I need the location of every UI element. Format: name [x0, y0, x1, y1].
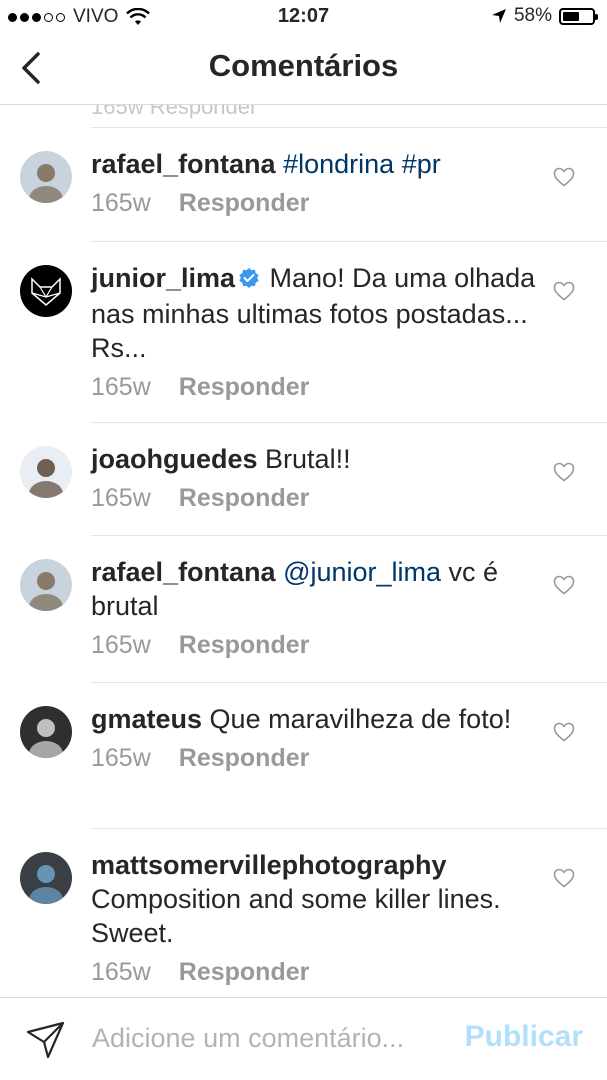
divider: [91, 682, 607, 683]
reply-button[interactable]: Responder: [179, 189, 310, 218]
comment-content: mattsomervillephotography Composition an…: [91, 848, 541, 987]
comment-body: Brutal!!: [257, 444, 351, 474]
avatar[interactable]: [20, 446, 72, 498]
comment-body: Composition and some killer lines. Sweet…: [91, 884, 501, 948]
location-arrow-icon: [491, 9, 506, 23]
comments-list[interactable]: 165w Responder rafael_fontana #londrina …: [0, 104, 607, 997]
comment-body: Que maravilheza de foto!: [202, 704, 512, 734]
comment-timestamp: 165w: [91, 958, 151, 986]
divider: [91, 422, 607, 423]
heart-icon[interactable]: [553, 462, 575, 482]
comment-content: rafael_fontana #londrina #pr 165w Responde…: [91, 147, 541, 218]
comment-meta: 165w Responder: [91, 484, 541, 513]
comment-username[interactable]: rafael_fontana: [91, 557, 276, 587]
comment-timestamp: 165w: [91, 744, 151, 772]
comment-link[interactable]: #pr: [402, 149, 441, 179]
comment-meta: 165w Responder: [91, 631, 541, 660]
heart-icon[interactable]: [553, 575, 575, 595]
comment-composer: Publicar: [0, 997, 607, 1080]
divider: [91, 828, 607, 829]
comment-text: junior_lima Mano! Da uma olhada nas minh…: [91, 261, 541, 365]
comment-text: joaohguedes Brutal!!: [91, 442, 541, 476]
reply-button[interactable]: Responder: [179, 744, 310, 773]
comment-timestamp: 165w: [91, 189, 151, 217]
publish-button[interactable]: Publicar: [465, 1020, 583, 1054]
comment-meta: 165w Responder: [91, 958, 541, 987]
avatar[interactable]: [20, 265, 72, 317]
comment-body: [276, 557, 284, 587]
paper-plane-icon[interactable]: [26, 1020, 66, 1060]
avatar[interactable]: [20, 852, 72, 904]
comment-timestamp: 165w: [91, 631, 151, 659]
battery-percent: 58%: [513, 5, 552, 26]
divider: [91, 535, 607, 536]
comment-meta: 165w Responder: [91, 744, 541, 773]
comment-timestamp: 165w: [91, 484, 151, 512]
comment-username[interactable]: junior_lima: [91, 263, 235, 293]
page-title: Comentários: [208, 48, 399, 83]
reply-button[interactable]: Responder: [179, 484, 310, 513]
avatar[interactable]: [20, 706, 72, 758]
comment-meta: 165w Responder: [91, 189, 541, 218]
comment-input[interactable]: [92, 1016, 437, 1060]
comment-timestamp: 165w: [91, 373, 151, 401]
avatar[interactable]: [20, 151, 72, 203]
battery-icon: [559, 7, 598, 25]
comment-link[interactable]: @junior_lima: [283, 557, 441, 587]
comment-username[interactable]: mattsomervillephotography: [91, 850, 447, 880]
heart-icon[interactable]: [553, 722, 575, 742]
status-right: 58%: [491, 5, 598, 27]
comment-username[interactable]: rafael_fontana: [91, 149, 276, 179]
comment-meta: 165w Responder: [91, 373, 541, 402]
previous-comment-meta: 165w Responder: [91, 104, 258, 119]
comment-text: mattsomervillephotography Composition an…: [91, 848, 541, 950]
comment-body: [394, 149, 402, 179]
heart-icon[interactable]: [553, 281, 575, 301]
comment-link[interactable]: #londrina: [283, 149, 394, 179]
comment-username[interactable]: joaohguedes: [91, 444, 258, 474]
comment-content: junior_lima Mano! Da uma olhada nas minh…: [91, 261, 541, 402]
comment-text: rafael_fontana #londrina #pr: [91, 147, 541, 181]
comment-body: [276, 149, 284, 179]
comment-content: rafael_fontana @junior_lima vc é brutal 1…: [91, 555, 541, 660]
comment-text: rafael_fontana @junior_lima vc é brutal: [91, 555, 541, 623]
heart-icon[interactable]: [553, 167, 575, 187]
verified-badge-icon: [238, 263, 260, 297]
battery-level: [563, 11, 580, 21]
navigation-bar: Comentários: [0, 34, 607, 104]
reply-button[interactable]: Responder: [179, 631, 310, 660]
comment-username[interactable]: gmateus: [91, 704, 202, 734]
avatar[interactable]: [20, 559, 72, 611]
comment-content: joaohguedes Brutal!! 165w Responder: [91, 442, 541, 513]
status-bar: VIVO 12:07 58%: [0, 0, 607, 34]
comment-content: gmateus Que maravilheza de foto! 165w Resp…: [91, 702, 541, 773]
divider: [91, 241, 607, 242]
heart-icon[interactable]: [553, 868, 575, 888]
comment-text: gmateus Que maravilheza de foto!: [91, 702, 541, 736]
reply-button[interactable]: Responder: [179, 958, 310, 987]
reply-button[interactable]: Responder: [179, 373, 310, 402]
divider: [91, 127, 607, 128]
